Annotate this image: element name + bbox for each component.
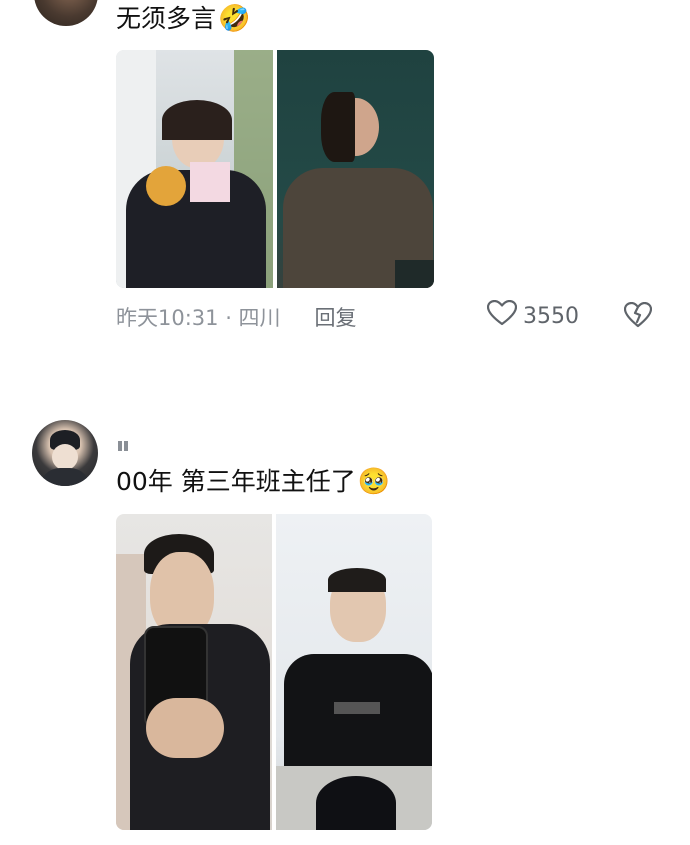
comment-time-location: 昨天10:31 · 四川 — [116, 306, 281, 330]
dislike-button[interactable] — [623, 301, 653, 332]
comment-text-content: 00年 第三年班主任了 — [116, 467, 356, 496]
broken-heart-icon — [623, 301, 653, 332]
reply-button[interactable]: 回复 — [315, 302, 357, 332]
image-panel-selfie — [116, 514, 272, 830]
comment-text: 00年 第三年班主任了 🥹 — [116, 467, 390, 497]
comment-image[interactable] — [116, 50, 434, 288]
comment-image[interactable] — [116, 514, 432, 830]
username-placeholder[interactable] — [118, 432, 138, 451]
image-panel-graduation — [116, 50, 273, 288]
commenter-avatar[interactable] — [34, 0, 98, 26]
like-button[interactable]: 3550 — [486, 299, 579, 332]
like-count: 3550 — [523, 303, 579, 329]
image-panel-classroom — [276, 514, 432, 830]
heart-outline-icon — [486, 299, 518, 332]
image-panel-classroom — [277, 50, 434, 288]
laughing-emoji-icon: 🤣 — [218, 4, 251, 34]
commenter-avatar[interactable] — [32, 420, 98, 486]
comment-text-content: 无须多言 — [116, 4, 217, 33]
teary-face-emoji-icon: 🥹 — [357, 467, 391, 497]
comment-meta: 昨天10:31 · 四川 回复 — [116, 302, 357, 332]
comment-text: 无须多言 🤣 — [116, 4, 250, 34]
